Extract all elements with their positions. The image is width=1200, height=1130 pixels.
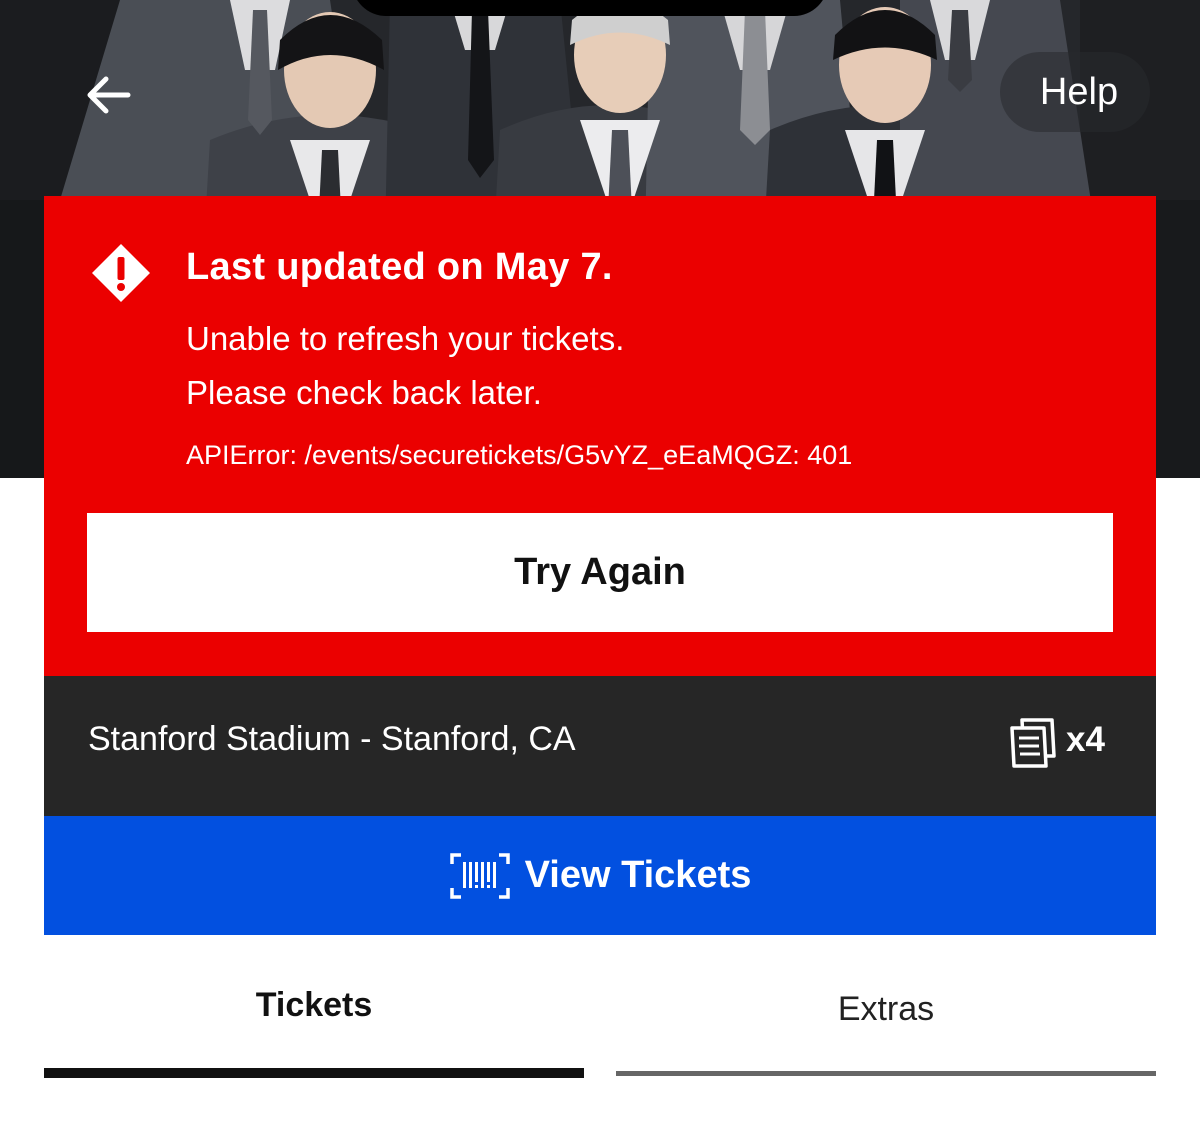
try-again-button[interactable]: Try Again [87,513,1113,632]
try-again-label: Try Again [514,551,686,593]
arrow-left-icon [87,76,131,114]
warning-diamond-icon [92,244,150,302]
help-button[interactable]: Help [1000,52,1150,132]
event-page: Help Last updated on May 7. Unable to re… [0,0,1200,1130]
tab-tickets-indicator [44,1068,584,1078]
help-label: Help [1039,70,1119,113]
tab-tickets[interactable]: Tickets [44,960,584,1080]
ticket-count: x4 [1066,720,1105,759]
venue-name: Stanford Stadium - Stanford, CA [88,720,576,758]
error-banner: Last updated on May 7. Unable to refresh… [44,196,1156,676]
back-button[interactable] [70,60,146,130]
tab-extras-label: Extras [837,990,935,1028]
venue-bar: Stanford Stadium - Stanford, CA x4 [44,676,1156,816]
device-notch [352,0,828,16]
error-message-line2: Please check back later. [186,374,542,411]
tab-tickets-label: Tickets [255,986,373,1024]
view-tickets-button[interactable]: View Tickets [44,816,1156,935]
error-message-line1: Unable to refresh your tickets. [186,320,625,357]
error-title: Last updated on May 7. [186,246,613,288]
view-tickets-label: View Tickets [524,854,752,896]
tickets-stack-icon [1010,718,1056,768]
tab-extras[interactable]: Extras [616,960,1156,1080]
error-code: APIError: /events/securetickets/G5vYZ_eE… [186,440,853,470]
tab-extras-indicator [616,1071,1156,1076]
barcode-scan-icon [449,852,510,899]
